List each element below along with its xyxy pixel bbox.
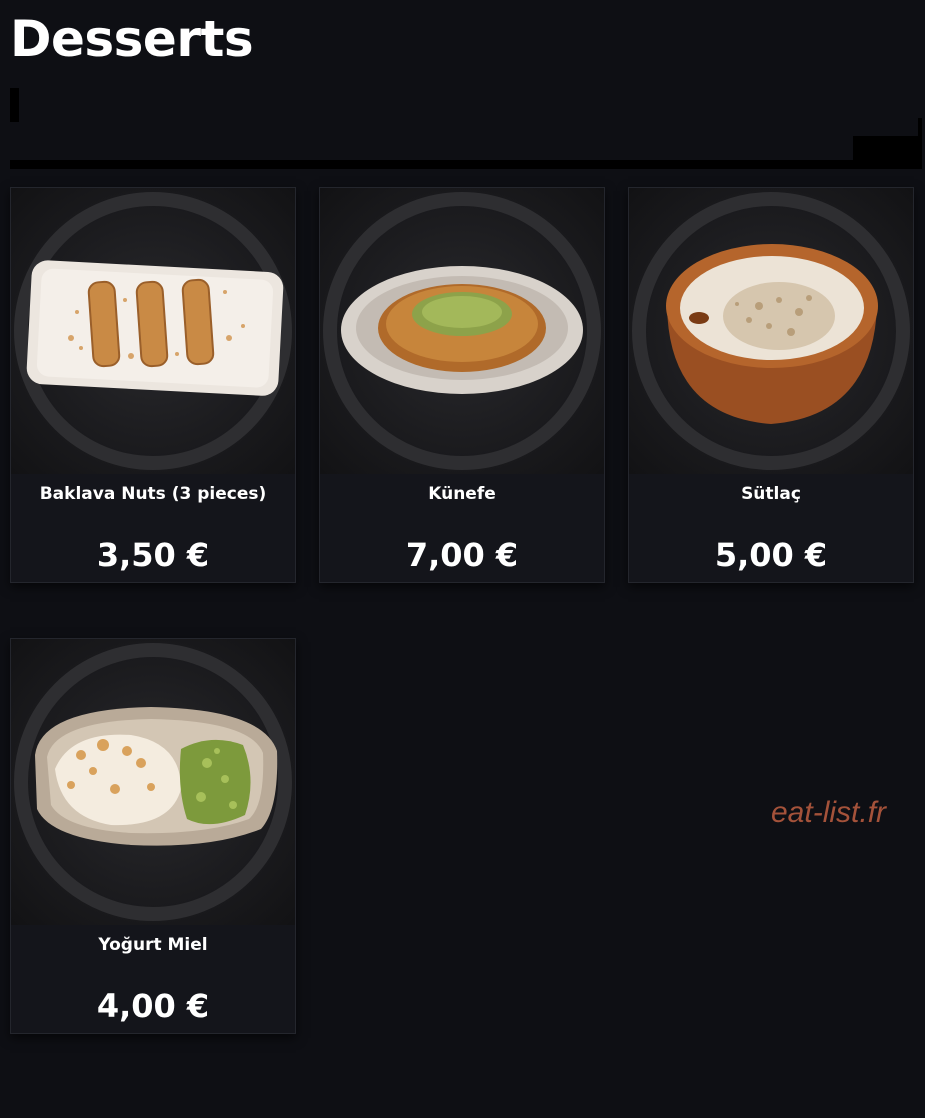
menu-item-name: Sütlaç (741, 484, 801, 504)
menu-item-price: 4,00 € (96, 987, 210, 1025)
menu-item-card-yogurt-miel[interactable]: Yoğurt Miel 4,00 € (10, 638, 296, 1034)
menu-item-card-sutlac[interactable]: Sütlaç 5,00 € (628, 187, 914, 583)
menu-item-name: Baklava Nuts (3 pieces) (39, 484, 267, 504)
menu-item-price: 3,50 € (96, 536, 210, 574)
divider-step (853, 136, 922, 162)
baklava-photo (11, 188, 295, 474)
menu-item-name: Künefe (428, 484, 496, 504)
menu-item-name: Yoğurt Miel (98, 935, 208, 955)
watermark-text: eat-list.fr (771, 796, 887, 829)
menu-item-price: 5,00 € (714, 536, 828, 574)
menu-page: Desserts Baklava Nuts (3 pieces) 3,50 € … (0, 0, 925, 1118)
menu-item-price: 7,00 € (405, 536, 519, 574)
sutlac-photo (629, 188, 913, 474)
menu-item-card-baklava[interactable]: Baklava Nuts (3 pieces) 3,50 € (10, 187, 296, 583)
menu-item-card-kunefe[interactable]: Künefe 7,00 € (319, 187, 605, 583)
page-title: Desserts (10, 10, 254, 68)
yogurt-miel-photo (11, 639, 295, 925)
title-accent-mark (10, 88, 19, 122)
section-divider (10, 160, 922, 169)
divider-tick (918, 118, 922, 138)
kunefe-photo (320, 188, 604, 474)
